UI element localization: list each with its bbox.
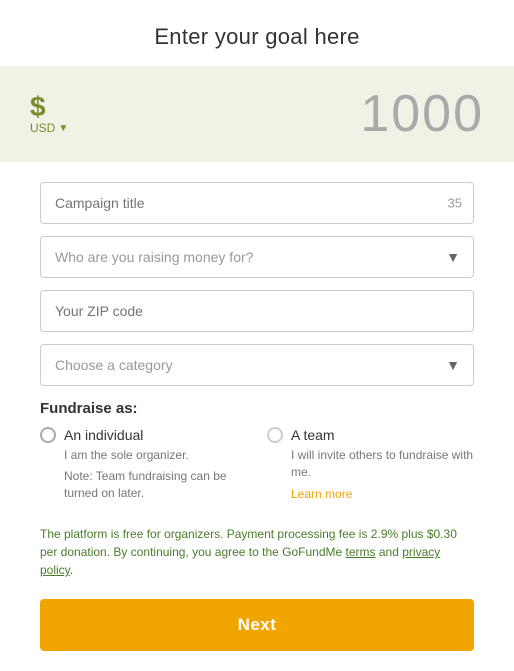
legal-text: The platform is free for organizers. Pay… <box>0 511 514 589</box>
team-radio[interactable] <box>267 427 283 443</box>
individual-radio[interactable] <box>40 427 56 443</box>
legal-text-middle: and <box>376 545 403 559</box>
category-group: Choose a category ▼ <box>40 344 474 386</box>
individual-desc: I am the sole organizer. <box>40 447 247 464</box>
individual-option-header[interactable]: An individual <box>40 427 247 443</box>
fundraise-options: An individual I am the sole organizer. N… <box>40 427 474 501</box>
individual-label: An individual <box>64 427 143 443</box>
currency-chevron-icon: ▼ <box>58 123 68 134</box>
form-section: 35 Who are you raising money for? ▼ Choo… <box>0 182 514 511</box>
individual-note: Note: Team fundraising can be turned on … <box>40 468 247 502</box>
zip-code-group <box>40 290 474 332</box>
currency-block: $ USD ▼ <box>30 93 68 135</box>
category-select[interactable]: Choose a category <box>40 344 474 386</box>
page-header: Enter your goal here <box>0 0 514 66</box>
page-title: Enter your goal here <box>20 24 494 50</box>
raising-for-group: Who are you raising money for? ▼ <box>40 236 474 278</box>
dollar-sign: $ <box>30 93 46 121</box>
team-option: A team I will invite others to fundraise… <box>267 427 474 501</box>
team-option-header[interactable]: A team <box>267 427 474 443</box>
terms-link[interactable]: terms <box>346 545 376 559</box>
legal-text-end: . <box>70 563 73 577</box>
char-count: 35 <box>448 196 462 211</box>
currency-selector[interactable]: USD ▼ <box>30 121 68 135</box>
team-label: A team <box>291 427 335 443</box>
goal-amount[interactable]: 1000 <box>360 84 484 144</box>
campaign-title-group: 35 <box>40 182 474 224</box>
goal-banner: $ USD ▼ 1000 <box>0 66 514 162</box>
individual-option: An individual I am the sole organizer. N… <box>40 427 247 501</box>
learn-more-link[interactable]: Learn more <box>267 487 474 501</box>
next-button-wrapper: Next <box>0 589 514 671</box>
currency-code: USD <box>30 121 55 135</box>
main-container: Enter your goal here $ USD ▼ 1000 35 Who… <box>0 0 514 671</box>
team-desc: I will invite others to fundraise with m… <box>267 447 474 481</box>
raising-for-select[interactable]: Who are you raising money for? <box>40 236 474 278</box>
next-button[interactable]: Next <box>40 599 474 651</box>
campaign-title-input[interactable] <box>40 182 474 224</box>
fundraise-label: Fundraise as: <box>40 400 474 417</box>
zip-code-input[interactable] <box>40 290 474 332</box>
